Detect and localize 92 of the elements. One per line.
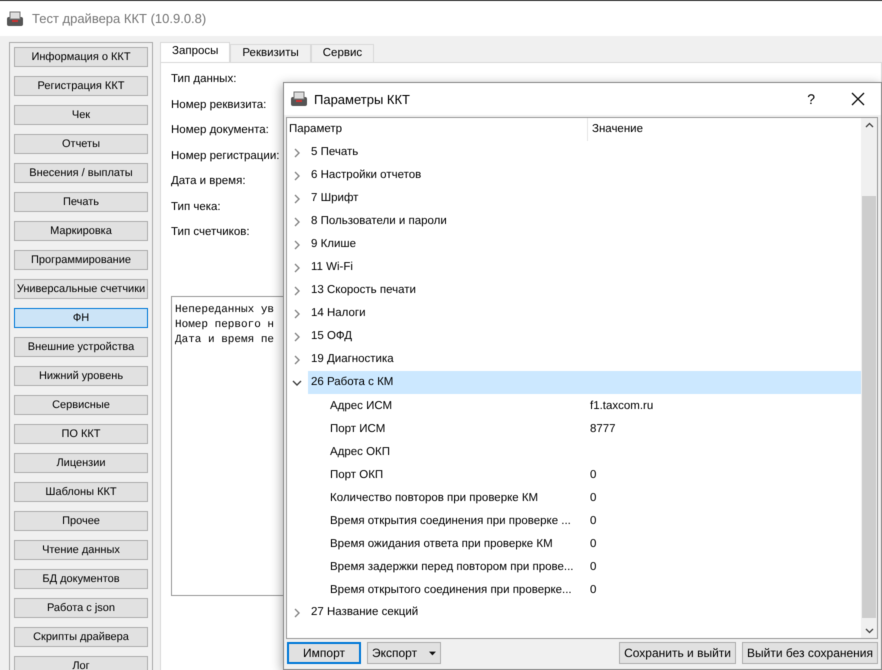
caret-icon [429,650,436,656]
chevron-right-icon[interactable] [292,354,302,364]
sidebar-button[interactable]: Программирование [14,250,148,270]
sidebar-button[interactable]: Внешние устройства [14,337,148,357]
tree-item[interactable]: 13 Скорость печати [308,279,861,302]
parameter-value[interactable]: f1.taxcom.ru [590,400,654,412]
parameter-name[interactable]: Время ожидания ответа при проверке КМ [330,538,588,550]
tree-item[interactable]: 15 ОФД [308,325,861,348]
field-label: Тип данных: [171,73,236,87]
parameter-value[interactable]: 8777 [590,422,616,434]
sidebar-button[interactable]: БД документов [14,569,148,589]
parameter-value[interactable]: 0 [590,584,596,596]
scroll-up-icon[interactable] [864,122,874,128]
tree-item[interactable]: 5 Печать [308,141,861,164]
sidebar-button[interactable]: Нижний уровень [14,366,148,386]
chevron-right-icon[interactable] [292,262,302,272]
sidebar-button[interactable]: Лицензии [14,453,148,473]
sidebar-button[interactable]: Универсальные счетчики [14,279,148,299]
sidebar-button[interactable]: ПО ККТ [14,424,148,444]
parameter-name[interactable]: Адрес ОКП [330,446,588,458]
output-line: Непереданных ув [175,302,274,318]
parameter-value[interactable]: 0 [590,514,596,526]
sidebar-button[interactable]: Печать [14,192,148,212]
sidebar-button[interactable]: Работа с json [14,598,148,618]
parameter-name[interactable]: Порт ИСМ [330,422,588,434]
parameter-value[interactable]: 0 [590,538,596,550]
parameter-name[interactable]: Время задержки перед повтором при прове... [330,560,588,572]
parameter-name[interactable]: Адрес ИСМ [330,400,588,412]
output-line: Дата и время пе [175,332,274,348]
tab[interactable]: Реквизиты [230,44,311,62]
field-label: Номер реквизита: [171,98,266,112]
sidebar-button[interactable]: Маркировка [14,221,148,241]
sidebar-button[interactable]: Отчеты [14,134,148,154]
tree-item[interactable]: 27 Название секций [308,601,861,624]
chevron-right-icon[interactable] [292,194,302,204]
dialog-title: Параметры ККТ [314,92,411,106]
output-line: Номер первого н [175,318,274,332]
chevron-right-icon[interactable] [292,332,302,342]
parameter-value[interactable]: 0 [590,468,596,480]
parameter-name[interactable]: Количество повторов при проверке КМ [330,492,588,504]
sidebar-button[interactable]: Сервисные [14,395,148,415]
parameter-name[interactable]: Время открытого соединения при проверке... [330,584,588,596]
field-label: Тип чека: [171,200,221,214]
chevron-down-icon[interactable] [292,378,302,388]
field-label: Номер регистрации: [171,150,280,164]
sidebar-button[interactable]: Информация о ККТ [14,47,148,67]
tab[interactable]: Сервис [310,44,374,62]
dropdown-button[interactable]: Экспорт [367,642,441,664]
window-title: Тест драйвера ККТ (10.9.0.8) [32,11,206,26]
tree-item[interactable]: 7 Шрифт [308,187,861,210]
sidebar-button[interactable]: Лог [14,656,148,670]
sidebar-button[interactable]: Регистрация ККТ [14,76,148,96]
help-button[interactable]: ? [807,91,815,107]
tree-item[interactable]: 14 Налоги [308,302,861,325]
chevron-right-icon[interactable] [292,286,302,296]
chevron-right-icon[interactable] [292,170,302,180]
parameter-value[interactable]: 0 [590,560,596,572]
column-header[interactable]: Параметр [287,118,588,141]
sidebar-button[interactable]: ФН [14,308,148,328]
parameter-value[interactable]: 0 [590,492,596,504]
printer-icon [290,91,308,107]
tab[interactable]: Запросы [160,42,230,62]
dialog-button[interactable]: Выйти без сохранения [742,642,878,664]
chevron-right-icon[interactable] [292,240,302,250]
scroll-down-icon[interactable] [864,628,874,634]
parameter-name[interactable]: Порт ОКП [330,468,588,480]
field-label: Тип счетчиков: [171,226,250,240]
tree-item[interactable]: 19 Диагностика [308,348,861,371]
scrollbar[interactable] [861,118,877,638]
chevron-right-icon[interactable] [292,308,302,318]
tree-item[interactable]: 6 Настройки отчетов [308,164,861,187]
column-header[interactable]: Значение [588,118,861,141]
tree-item[interactable]: 8 Пользователи и пароли [308,210,861,233]
field-label: Дата и время: [171,175,246,189]
close-icon[interactable] [851,92,865,106]
dialog-button[interactable]: Импорт [287,642,361,664]
parameter-name[interactable]: Время открытия соединения при проверке ... [330,514,588,526]
chevron-right-icon[interactable] [292,608,302,618]
sidebar-button[interactable]: Прочее [14,511,148,531]
tree-item[interactable]: 26 Работа с КМ [308,371,861,394]
field-label: Номер документа: [171,124,269,138]
sidebar-button[interactable]: Скрипты драйвера [14,627,148,647]
sidebar-button[interactable]: Чтение данных [14,540,148,560]
sidebar-button[interactable]: Внесения / выплаты [14,163,148,183]
printer-icon [6,10,24,26]
sidebar-button[interactable]: Шаблоны ККТ [14,482,148,502]
sidebar-button[interactable]: Чек [14,105,148,125]
dialog-button[interactable]: Сохранить и выйти [619,642,736,664]
chevron-right-icon[interactable] [292,148,302,158]
chevron-right-icon[interactable] [292,216,302,226]
tree-item[interactable]: 9 Клише [308,233,861,256]
tree-item[interactable]: 11 Wi-Fi [308,256,861,279]
